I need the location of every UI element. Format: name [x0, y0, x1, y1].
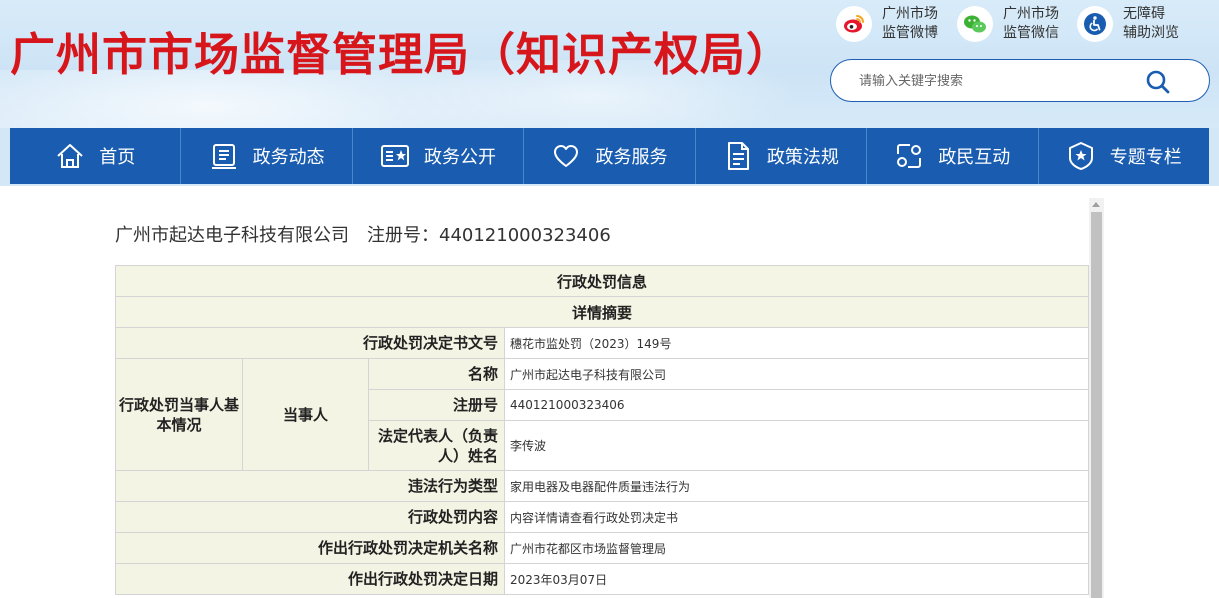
- nav-label-open-affairs: 政务公开: [424, 147, 497, 168]
- reg-no-label: 注册号: [368, 389, 505, 421]
- decision-no-label: 行政处罚决定书文号: [115, 327, 505, 359]
- home-icon: [55, 141, 85, 171]
- nav-label-services: 政务服务: [595, 147, 668, 168]
- quick-link-accessibility[interactable]: 无障碍 辅助浏览: [1077, 4, 1179, 44]
- nav-label-home: 首页: [99, 147, 136, 168]
- quick-link-wechat-line2: 监管微信: [1003, 25, 1059, 41]
- nav-item-special[interactable]: 专题专栏: [1039, 128, 1209, 184]
- nav-item-interaction[interactable]: 政民互动: [867, 128, 1039, 184]
- search-input[interactable]: [859, 70, 1149, 92]
- search-box: [830, 59, 1210, 102]
- table-title: 行政处罚信息: [114, 265, 1090, 297]
- nav-item-services[interactable]: 政务服务: [524, 128, 696, 184]
- scroll-up-arrow-icon[interactable]: [1092, 202, 1100, 207]
- nav-label-policy: 政策法规: [766, 147, 839, 168]
- company-name: 广州市起达电子科技有限公司: [115, 225, 349, 246]
- registration-number: 注册号：440121000323406: [367, 225, 611, 246]
- heart-icon: [551, 141, 581, 171]
- wechat-icon: [957, 6, 993, 42]
- name-label: 名称: [368, 358, 505, 390]
- decision-date-value: 2023年03月07日: [503, 563, 1090, 595]
- scrollbar-thumb[interactable]: [1091, 212, 1102, 598]
- accessibility-icon: [1077, 6, 1113, 42]
- search-button[interactable]: [1145, 69, 1171, 95]
- nav-item-open-affairs[interactable]: 政务公开: [353, 128, 525, 184]
- authority-value: 广州市花都区市场监督管理局: [503, 532, 1090, 564]
- quick-link-accessibility-line2: 辅助浏览: [1123, 25, 1179, 41]
- quick-link-weibo[interactable]: 广州市场 监管微博: [836, 4, 938, 44]
- quick-link-wechat-line1: 广州市场: [1003, 6, 1059, 22]
- quick-link-accessibility-line1: 无障碍: [1123, 6, 1165, 22]
- table-subtitle: 详情摘要: [114, 296, 1090, 328]
- name-value: 广州市起达电子科技有限公司: [503, 358, 1090, 390]
- nav-item-policy[interactable]: 政策法规: [696, 128, 868, 184]
- scrollbar[interactable]: [1089, 198, 1104, 598]
- open-affairs-icon: [380, 141, 410, 171]
- decision-no-value: 穗花市监处罚（2023）149号: [503, 327, 1090, 359]
- badge-icon: [1066, 141, 1096, 171]
- reg-no-value: 440121000323406: [503, 389, 1090, 421]
- authority-label: 作出行政处罚决定机关名称: [115, 532, 505, 564]
- legal-rep-label: 法定代表人（负责人）姓名: [368, 420, 505, 471]
- nav-label-interaction: 政民互动: [938, 147, 1011, 168]
- news-icon: [209, 141, 239, 171]
- penalty-content-value: 内容详情请查看行政处罚决定书: [503, 501, 1090, 533]
- nav-label-special: 专题专栏: [1109, 147, 1182, 168]
- document-icon: [723, 141, 753, 171]
- quick-link-wechat[interactable]: 广州市场 监管微信: [957, 4, 1059, 44]
- party-group-label: 行政处罚当事人基本情况: [115, 358, 243, 471]
- interaction-icon: [894, 141, 924, 171]
- legal-rep-value: 李传波: [503, 420, 1090, 471]
- decision-date-label: 作出行政处罚决定日期: [115, 563, 505, 595]
- nav-wrapper: 首页 政务动态 政务公开 政务服务 政策法规 政民互动 专题专栏: [0, 128, 1219, 186]
- site-header: 广州市市场监督管理局（知识产权局） 广州市场 监管微博 广州市场 监管微信 无障…: [0, 0, 1219, 128]
- party-label: 当事人: [242, 358, 369, 471]
- violation-type-label: 违法行为类型: [115, 470, 505, 502]
- main-nav: 首页 政务动态 政务公开 政务服务 政策法规 政民互动 专题专栏: [10, 128, 1209, 184]
- penalty-content-label: 行政处罚内容: [115, 501, 505, 533]
- violation-type-value: 家用电器及电器配件质量违法行为: [503, 470, 1090, 502]
- nav-item-news[interactable]: 政务动态: [181, 128, 353, 184]
- nav-label-news: 政务动态: [252, 147, 325, 168]
- nav-item-home[interactable]: 首页: [10, 128, 182, 184]
- quick-link-weibo-line2: 监管微博: [882, 25, 938, 41]
- penalty-info-table: 行政处罚信息 详情摘要 行政处罚决定书文号 穗花市监处罚（2023）149号 行…: [114, 265, 1090, 595]
- quick-link-weibo-line1: 广州市场: [882, 6, 938, 22]
- search-icon: [1146, 70, 1170, 94]
- site-title[interactable]: 广州市市场监督管理局（知识产权局）: [10, 18, 792, 83]
- company-heading: 广州市起达电子科技有限公司 注册号：440121000323406: [115, 221, 611, 247]
- weibo-icon: [836, 6, 872, 42]
